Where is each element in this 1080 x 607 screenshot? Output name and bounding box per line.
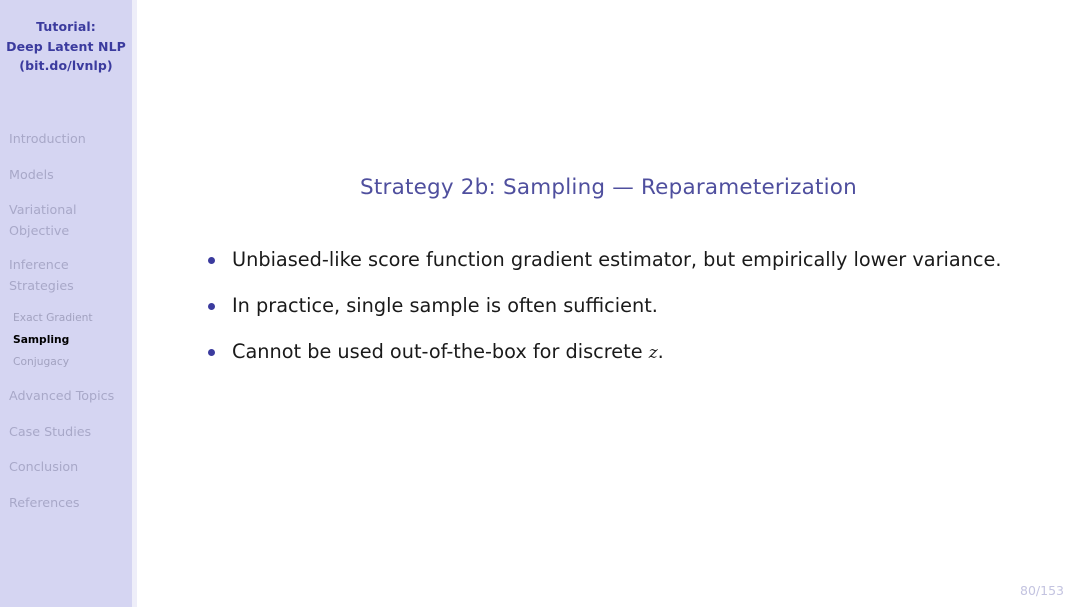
bullet-list: Unbiased-like score function gradient es…: [199, 240, 1037, 379]
sidebar-item-introduction[interactable]: Introduction: [0, 128, 132, 149]
sidebar-item-references[interactable]: References: [0, 492, 132, 513]
sidebar-item-case-studies[interactable]: Case Studies: [0, 421, 132, 442]
list-item: In practice, single sample is often suff…: [199, 286, 1037, 326]
slide-root: Tutorial: Deep Latent NLP (bit.do/lvnlp)…: [0, 0, 1080, 607]
sidebar-item-models[interactable]: Models: [0, 164, 132, 185]
bullet-text: Cannot be used out-of-the-box for discre…: [232, 340, 649, 363]
bullet-text: Unbiased-like score function gradient es…: [232, 248, 1002, 271]
sidebar-nav: Introduction Models Variational Objectiv…: [0, 128, 132, 527]
sidebar-item-label: Variational: [9, 202, 77, 217]
sidebar-item-label: Case Studies: [9, 423, 92, 439]
page-title: Strategy 2b: Sampling — Reparameterizati…: [360, 175, 857, 200]
deck-title-line-2: Deep Latent NLP: [6, 38, 126, 54]
sidebar-item-label: Models: [9, 166, 54, 182]
deck-title: Tutorial: Deep Latent NLP (bit.do/lvnlp): [0, 17, 132, 76]
bullet-text-tail: .: [657, 340, 664, 363]
sidebar-item-label: Advanced Topics: [9, 388, 115, 403]
sidebar-subitem-exact-gradient[interactable]: Exact Gradient: [0, 309, 132, 327]
bullet-text: In practice, single sample is often suff…: [232, 294, 658, 317]
sidebar-item-label-line2: Strategies: [9, 278, 74, 293]
deck-title-line-3: (bit.do/lvnlp): [19, 58, 113, 73]
sidebar-subitem-conjugacy[interactable]: Conjugacy: [0, 353, 132, 371]
sidebar-item-label: References: [9, 494, 80, 510]
math-variable-z: z: [648, 343, 658, 363]
sidebar-item-variational-objective[interactable]: Variational Objective: [0, 199, 132, 241]
sidebar-item-label: Inference: [9, 257, 69, 272]
sidebar-subitem-label: Sampling: [13, 333, 70, 346]
list-item: Unbiased-like score function gradient es…: [199, 240, 1037, 280]
sidebar-item-conclusion[interactable]: Conclusion: [0, 456, 132, 477]
sidebar-subitem-label: Conjugacy: [13, 355, 70, 368]
sidebar-item-inference-strategies[interactable]: Inference Strategies: [0, 254, 132, 296]
bullet-dot-icon: [208, 257, 215, 264]
sidebar-item-label: Introduction: [9, 131, 86, 146]
page-number: 80/153: [1020, 583, 1064, 598]
slide-content: Strategy 2b: Sampling — Reparameterizati…: [137, 0, 1080, 607]
bullet-dot-icon: [208, 303, 215, 310]
sidebar-subitem-sampling[interactable]: Sampling: [0, 331, 132, 349]
bullet-dot-icon: [208, 349, 215, 356]
list-item: Cannot be used out-of-the-box for discre…: [199, 332, 1037, 373]
sidebar: Tutorial: Deep Latent NLP (bit.do/lvnlp)…: [0, 0, 132, 607]
sidebar-item-label-line2: Objective: [9, 223, 70, 238]
sidebar-item-advanced-topics[interactable]: Advanced Topics: [0, 385, 132, 406]
deck-title-line-1: Tutorial:: [36, 19, 96, 34]
nav-group-separator: [0, 375, 132, 385]
sidebar-item-label: Conclusion: [9, 459, 79, 474]
sidebar-subitem-label: Exact Gradient: [13, 311, 93, 324]
